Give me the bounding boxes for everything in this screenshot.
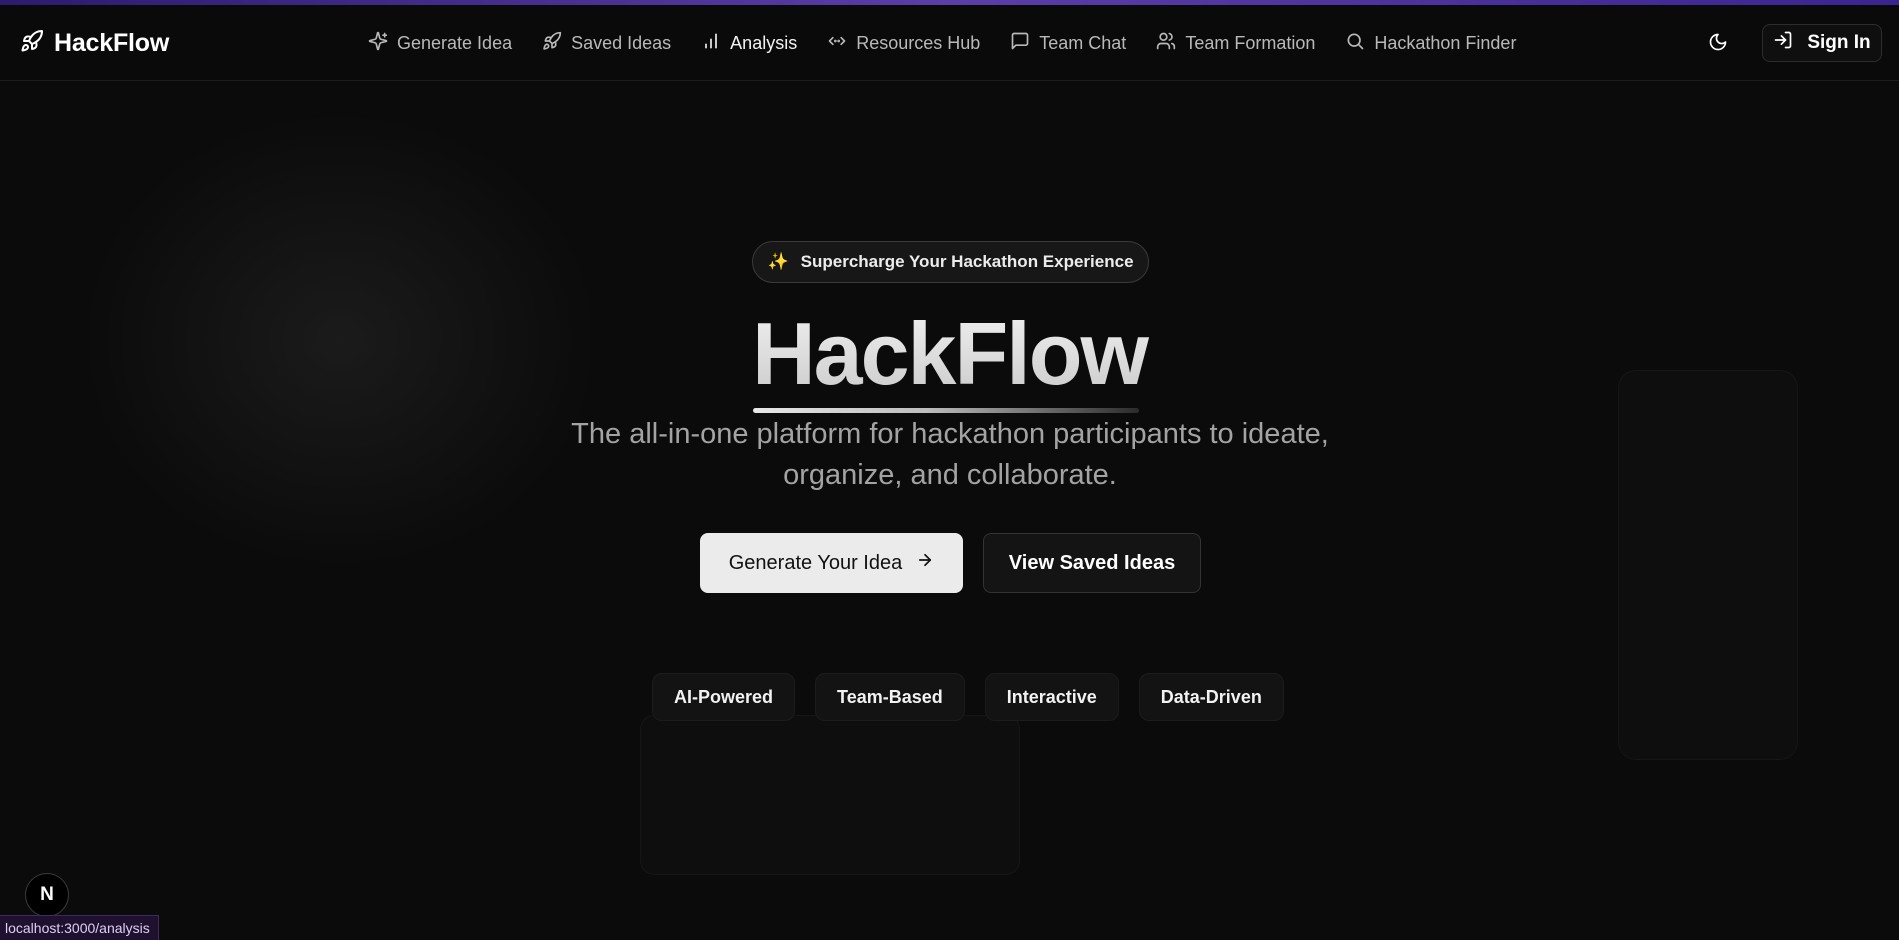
hero-badge-text: Supercharge Your Hackathon Experience [800,252,1134,271]
moon-icon [1708,32,1728,57]
hero-title: HackFlow [0,302,1899,406]
theme-toggle-button[interactable] [1706,32,1730,56]
nextjs-dev-badge[interactable]: N [25,873,69,917]
view-saved-ideas-label: View Saved Ideas [1008,551,1176,574]
main-nav: Generate Idea Saved Ideas Analysis Resou… [368,27,1546,59]
brand-logo-link[interactable]: HackFlow [20,27,169,59]
feature-pill: AI-Powered [652,673,796,721]
sign-in-button[interactable]: Sign In [1762,24,1882,62]
generate-idea-button[interactable]: Generate Your Idea [700,533,963,593]
sparkles-icon [368,31,388,56]
feature-pill: Team-Based [815,673,965,721]
sparkle-emoji: ✨ [767,252,789,271]
nav-item-resources-hub[interactable]: Resources Hub [827,31,980,56]
feature-pills: AI-Powered Team-Based Interactive Data-D… [652,673,1284,721]
users-icon [1156,31,1176,56]
hero-title-underline [753,408,1139,413]
hero-subtitle-line-1: The all-in-one platform for hackathon pa… [571,418,1329,450]
code-icon [827,31,847,56]
nav-item-team-chat[interactable]: Team Chat [1010,31,1126,56]
nav-label: Hackathon Finder [1374,32,1517,53]
background-card-right [1618,370,1798,760]
nav-label: Analysis [730,32,798,53]
log-in-icon [1773,30,1793,56]
view-saved-ideas-button[interactable]: View Saved Ideas [983,533,1201,593]
hero-subtitle-line-2: organize, and collaborate. [783,459,1117,491]
nav-label: Team Formation [1185,32,1316,53]
hero-badge: ✨ Supercharge Your Hackathon Experience [752,241,1149,283]
site-header: HackFlow Generate Idea Saved Ideas Analy… [0,5,1899,81]
hero-subtitle: The all-in-one platform for hackathon pa… [520,414,1380,496]
nav-label: Generate Idea [397,32,513,53]
arrow-right-icon [916,551,934,575]
nav-label: Team Chat [1039,32,1127,53]
message-square-icon [1010,31,1030,56]
nav-label: Saved Ideas [571,32,672,53]
feature-pill: Interactive [984,673,1119,721]
nav-item-saved-ideas[interactable]: Saved Ideas [542,31,671,56]
nav-item-team-formation[interactable]: Team Formation [1156,31,1315,56]
search-icon [1345,31,1365,56]
bar-chart-icon [701,31,721,56]
rocket-icon [542,31,562,56]
background-card-center [640,715,1020,875]
nav-item-hackathon-finder[interactable]: Hackathon Finder [1345,31,1516,56]
nav-item-analysis[interactable]: Analysis [701,31,797,56]
rocket-icon [20,29,44,58]
nav-item-generate-idea[interactable]: Generate Idea [368,31,512,56]
generate-idea-label: Generate Your Idea [728,551,903,574]
feature-pill: Data-Driven [1138,673,1284,721]
nav-label: Resources Hub [856,32,981,53]
brand-name: HackFlow [54,28,170,57]
sign-in-label: Sign In [1807,32,1871,53]
status-bar-url: localhost:3000/analysis [0,915,159,940]
